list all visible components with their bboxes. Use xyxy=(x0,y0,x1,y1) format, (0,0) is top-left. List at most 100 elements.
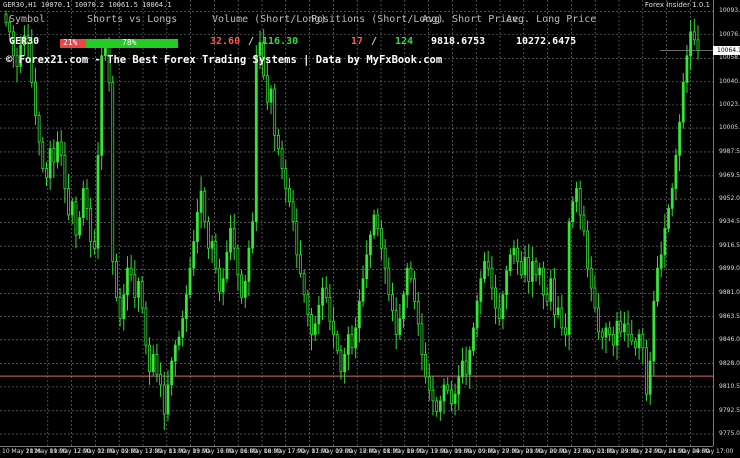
current-price-tag: 10064.1 xyxy=(713,45,740,55)
shorts-percent: 21% xyxy=(63,38,78,47)
candle-body xyxy=(67,188,70,216)
candle-body xyxy=(571,201,575,223)
candle-body xyxy=(678,121,682,156)
header-symbol: Symbol xyxy=(9,14,46,25)
candle-body xyxy=(122,294,126,319)
candle-body xyxy=(218,267,221,293)
price-tick-label: 10040.5 xyxy=(719,77,740,85)
candle-body xyxy=(464,360,468,375)
candle-body xyxy=(144,307,148,346)
positions-long: 124 xyxy=(395,36,414,47)
candle-body xyxy=(133,274,137,298)
candle-body xyxy=(560,307,564,329)
candle-body xyxy=(681,81,685,123)
candle-body xyxy=(394,310,398,335)
positions-separator: / xyxy=(371,36,378,47)
candle-body xyxy=(372,214,376,236)
candle-body xyxy=(622,323,626,333)
candle-body xyxy=(578,188,582,216)
candle-body xyxy=(696,39,700,51)
chart-canvas[interactable] xyxy=(0,0,713,446)
candle-body xyxy=(545,294,549,302)
price-tick-label: 9934.5 xyxy=(719,218,740,226)
candle-body xyxy=(225,251,229,280)
candle-body xyxy=(137,281,140,298)
candle-body xyxy=(692,31,696,41)
candle-body xyxy=(339,350,343,373)
avg-long-price: 10272.6475 xyxy=(516,36,577,47)
candle-body xyxy=(240,274,243,298)
candle-body xyxy=(148,344,151,373)
price-tick-label: 10093.5 xyxy=(719,7,740,15)
price-tick-label: 10023.0 xyxy=(719,100,740,108)
candle-body xyxy=(663,227,667,256)
avg-short-price: 9818.6753 xyxy=(431,36,486,47)
candle-body xyxy=(45,168,48,179)
price-tick-label: 9952.0 xyxy=(719,195,740,203)
candle-body xyxy=(210,241,214,249)
candle-body xyxy=(391,294,394,312)
candle-body xyxy=(291,201,295,223)
candle-body xyxy=(302,273,306,296)
candle-body xyxy=(475,300,479,329)
price-tick-label: 9987.5 xyxy=(719,147,740,155)
candle-body xyxy=(343,354,347,373)
candle-body xyxy=(634,340,637,349)
candle-body xyxy=(446,384,450,391)
candle-body xyxy=(438,400,442,412)
candle-body xyxy=(247,247,251,282)
candle-body xyxy=(494,287,497,309)
candle-body xyxy=(328,296,332,322)
candle-body xyxy=(449,389,453,404)
candle-body xyxy=(207,221,210,249)
price-tick-label: 9881.0 xyxy=(719,289,740,297)
candle-body xyxy=(41,141,45,169)
candle-body xyxy=(155,354,159,375)
row-symbol: GER30 xyxy=(9,36,40,47)
candle-body xyxy=(357,300,361,329)
candle-body xyxy=(402,294,405,319)
candle-body xyxy=(641,334,645,349)
candle-body xyxy=(63,154,67,189)
indicator-name-label: Forex Insider 1.0.1 xyxy=(644,1,710,9)
candle-body xyxy=(472,327,475,351)
candle-body xyxy=(159,373,163,386)
candle-body xyxy=(195,211,199,242)
candle-body xyxy=(619,320,623,333)
candle-body xyxy=(96,154,100,249)
price-tick-label: 9810.5 xyxy=(719,382,740,390)
time-axis[interactable]: 10 May 2016 11 May 09:00 11 May 17:00 12 Ma… xyxy=(0,446,733,458)
candle-body xyxy=(512,247,516,256)
price-tick-label: 10058.0 xyxy=(719,54,740,62)
volume-separator: / xyxy=(248,36,255,47)
candle-body xyxy=(111,81,115,262)
candle-body xyxy=(376,214,380,229)
candle-body xyxy=(508,254,512,272)
longs-percent: 78% xyxy=(122,38,137,47)
candle-body xyxy=(52,148,56,163)
candle-body xyxy=(420,323,424,355)
candle-body xyxy=(435,400,439,412)
candle-body xyxy=(177,336,181,346)
candle-body xyxy=(280,148,284,169)
price-tick-label: 9863.5 xyxy=(719,312,740,320)
candle-body xyxy=(416,300,420,325)
candle-body xyxy=(453,393,457,404)
price-chart[interactable] xyxy=(0,0,713,446)
candle-body xyxy=(276,134,280,150)
price-axis[interactable]: 10093.5 10076.0 10058.0 10040.5 10023.0 10005… xyxy=(713,0,740,446)
candle-body xyxy=(232,227,236,249)
candle-body xyxy=(405,267,409,296)
price-tick-label: 9828.0 xyxy=(719,359,740,367)
candle-body xyxy=(645,347,648,395)
candle-body xyxy=(368,234,372,256)
price-tick-label: 10076.0 xyxy=(719,30,740,38)
candle-body xyxy=(126,267,129,296)
candle-body xyxy=(652,300,656,362)
candle-body xyxy=(214,241,218,269)
candle-body xyxy=(486,261,490,269)
candle-body xyxy=(497,307,501,319)
candle-body xyxy=(538,267,542,276)
candle-body xyxy=(468,350,472,375)
candle-body xyxy=(685,55,689,83)
